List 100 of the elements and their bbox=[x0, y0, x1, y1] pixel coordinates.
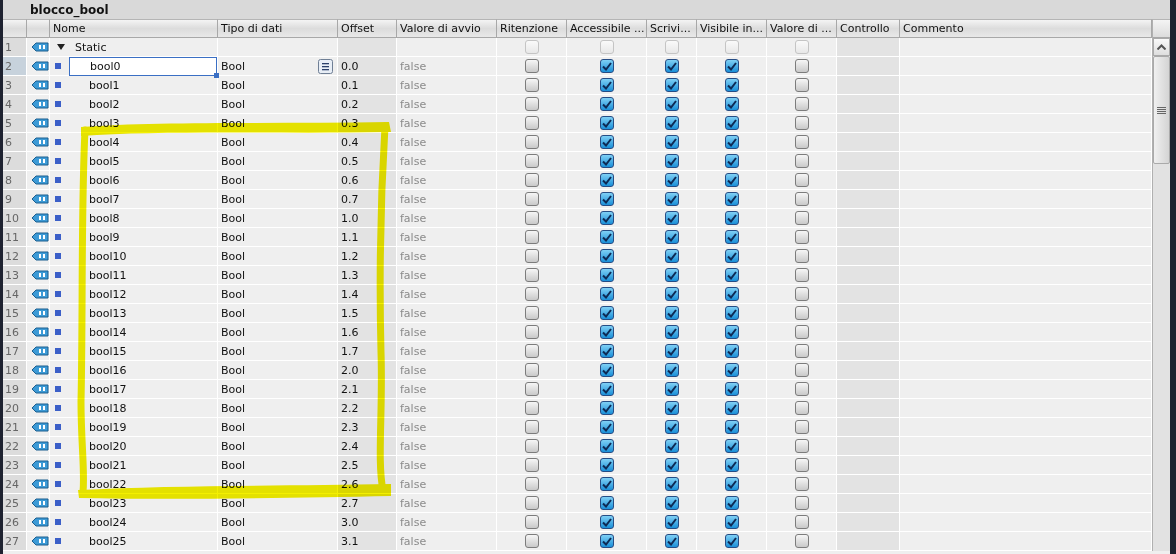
row-number[interactable]: 2 bbox=[3, 57, 27, 76]
checkbox[interactable] bbox=[524, 382, 539, 396]
checkbox[interactable] bbox=[794, 173, 809, 187]
checkbox[interactable] bbox=[664, 458, 679, 472]
checkbox[interactable] bbox=[724, 249, 739, 263]
checkbox[interactable] bbox=[664, 325, 679, 339]
checkbox[interactable] bbox=[664, 287, 679, 301]
row-number[interactable]: 9 bbox=[3, 190, 27, 209]
name-field[interactable]: bool21 bbox=[89, 458, 127, 472]
checkbox[interactable] bbox=[599, 192, 614, 206]
checkbox[interactable] bbox=[794, 420, 809, 434]
checkbox[interactable] bbox=[524, 287, 539, 301]
name-field[interactable]: bool5 bbox=[89, 154, 120, 168]
name-field[interactable]: bool1 bbox=[89, 78, 120, 92]
checkbox[interactable] bbox=[664, 173, 679, 187]
checkbox[interactable] bbox=[724, 192, 739, 206]
row-number[interactable]: 17 bbox=[3, 342, 27, 361]
checkbox[interactable] bbox=[724, 458, 739, 472]
name-field[interactable]: bool24 bbox=[89, 515, 127, 529]
checkbox[interactable] bbox=[524, 496, 539, 510]
checkbox[interactable] bbox=[524, 59, 539, 73]
checkbox[interactable] bbox=[524, 211, 539, 225]
checkbox[interactable] bbox=[524, 97, 539, 111]
row-number[interactable]: 19 bbox=[3, 380, 27, 399]
row-number[interactable]: 24 bbox=[3, 475, 27, 494]
column-header[interactable]: Tipo di dati bbox=[218, 19, 338, 38]
name-field[interactable]: bool8 bbox=[89, 211, 120, 225]
column-header[interactable]: Controllo bbox=[837, 19, 900, 38]
checkbox[interactable] bbox=[524, 420, 539, 434]
checkbox[interactable] bbox=[664, 496, 679, 510]
checkbox[interactable] bbox=[599, 534, 614, 548]
row-number[interactable]: 12 bbox=[3, 247, 27, 266]
checkbox[interactable] bbox=[524, 135, 539, 149]
name-field[interactable]: bool7 bbox=[89, 192, 120, 206]
checkbox[interactable] bbox=[664, 534, 679, 548]
checkbox[interactable] bbox=[664, 420, 679, 434]
checkbox[interactable] bbox=[724, 230, 739, 244]
checkbox[interactable] bbox=[794, 116, 809, 130]
checkbox[interactable] bbox=[724, 534, 739, 548]
checkbox[interactable] bbox=[599, 477, 614, 491]
checkbox[interactable] bbox=[724, 515, 739, 529]
checkbox[interactable] bbox=[794, 363, 809, 377]
name-field[interactable]: bool14 bbox=[89, 325, 127, 339]
row-number[interactable]: 1 bbox=[3, 38, 27, 57]
checkbox[interactable] bbox=[524, 116, 539, 130]
checkbox[interactable] bbox=[599, 173, 614, 187]
name-field[interactable]: bool18 bbox=[89, 401, 127, 415]
row-number[interactable]: 15 bbox=[3, 304, 27, 323]
name-field[interactable]: bool20 bbox=[89, 439, 127, 453]
row-number[interactable]: 8 bbox=[3, 171, 27, 190]
checkbox[interactable] bbox=[524, 154, 539, 168]
row-number[interactable]: 11 bbox=[3, 228, 27, 247]
name-field[interactable]: bool10 bbox=[89, 249, 127, 263]
checkbox[interactable] bbox=[599, 78, 614, 92]
name-field[interactable]: bool4 bbox=[89, 135, 120, 149]
checkbox[interactable] bbox=[599, 230, 614, 244]
checkbox[interactable] bbox=[794, 306, 809, 320]
name-field[interactable]: bool12 bbox=[89, 287, 127, 301]
name-field[interactable]: bool22 bbox=[89, 477, 127, 491]
row-number[interactable]: 25 bbox=[3, 494, 27, 513]
checkbox[interactable] bbox=[724, 135, 739, 149]
checkbox[interactable] bbox=[664, 344, 679, 358]
checkbox[interactable] bbox=[599, 154, 614, 168]
scroll-up-button[interactable] bbox=[1153, 38, 1170, 56]
name-field[interactable]: bool19 bbox=[89, 420, 127, 434]
checkbox[interactable] bbox=[664, 135, 679, 149]
checkbox[interactable] bbox=[794, 230, 809, 244]
checkbox[interactable] bbox=[599, 268, 614, 282]
checkbox[interactable] bbox=[664, 192, 679, 206]
checkbox[interactable] bbox=[794, 211, 809, 225]
name-field[interactable]: bool16 bbox=[89, 363, 127, 377]
collapse-triangle-icon[interactable] bbox=[57, 44, 65, 50]
checkbox[interactable] bbox=[724, 363, 739, 377]
row-number[interactable]: 20 bbox=[3, 399, 27, 418]
checkbox[interactable] bbox=[724, 496, 739, 510]
checkbox[interactable] bbox=[664, 363, 679, 377]
name-field[interactable]: bool15 bbox=[89, 344, 127, 358]
checkbox[interactable] bbox=[794, 496, 809, 510]
checkbox[interactable] bbox=[599, 306, 614, 320]
checkbox[interactable] bbox=[599, 344, 614, 358]
row-number[interactable]: 26 bbox=[3, 513, 27, 532]
row-number[interactable]: 10 bbox=[3, 209, 27, 228]
checkbox[interactable] bbox=[794, 401, 809, 415]
checkbox[interactable] bbox=[724, 211, 739, 225]
checkbox[interactable] bbox=[599, 458, 614, 472]
checkbox[interactable] bbox=[599, 382, 614, 396]
checkbox[interactable] bbox=[794, 439, 809, 453]
row-number[interactable]: 22 bbox=[3, 437, 27, 456]
column-header[interactable]: Accessibile ... bbox=[567, 19, 647, 38]
checkbox[interactable] bbox=[599, 211, 614, 225]
checkbox[interactable] bbox=[524, 439, 539, 453]
checkbox[interactable] bbox=[794, 477, 809, 491]
checkbox[interactable] bbox=[599, 59, 614, 73]
checkbox[interactable] bbox=[599, 116, 614, 130]
checkbox[interactable] bbox=[599, 249, 614, 263]
checkbox[interactable] bbox=[794, 135, 809, 149]
checkbox[interactable] bbox=[664, 477, 679, 491]
row-number[interactable]: 5 bbox=[3, 114, 27, 133]
checkbox[interactable] bbox=[664, 382, 679, 396]
checkbox[interactable] bbox=[524, 40, 539, 54]
